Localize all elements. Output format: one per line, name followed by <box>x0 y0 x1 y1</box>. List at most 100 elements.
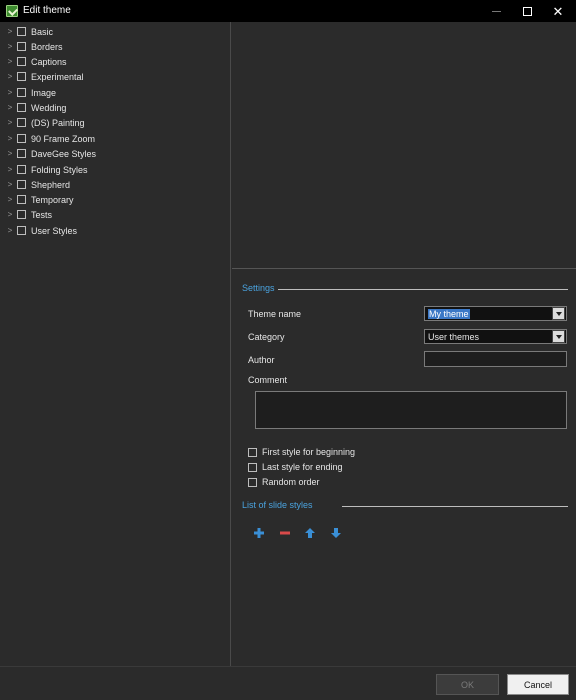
theme-name-label: Theme name <box>248 309 302 319</box>
tree-checkbox[interactable] <box>17 72 26 81</box>
tree-item-label[interactable]: Captions <box>31 57 67 67</box>
chevron-down-icon[interactable] <box>552 330 565 343</box>
last-style-checkbox[interactable] <box>248 462 257 472</box>
tree-item-label[interactable]: Folding Styles <box>31 165 88 175</box>
close-icon: ✕ <box>552 3 564 19</box>
chevron-right-icon[interactable]: > <box>6 146 14 161</box>
window-title: Edit theme <box>23 5 71 16</box>
tree-item-image[interactable]: > Image <box>6 85 56 100</box>
tree-item-basic[interactable]: > Basic <box>6 24 53 39</box>
title-bar[interactable]: Edit theme ✕ <box>0 0 576 22</box>
tree-checkbox[interactable] <box>17 103 26 112</box>
random-order-checkbox[interactable] <box>248 477 257 487</box>
slide-styles-divider <box>342 506 568 507</box>
tree-checkbox[interactable] <box>17 165 26 174</box>
tree-item-label[interactable]: Wedding <box>31 103 66 113</box>
slide-styles-section-title: List of slide styles <box>242 500 313 510</box>
dialog-footer: OK Cancel <box>0 666 576 700</box>
chevron-right-icon[interactable]: > <box>6 192 14 207</box>
tree-item-label[interactable]: Basic <box>31 27 53 37</box>
tree-checkbox[interactable] <box>17 57 26 66</box>
chevron-right-icon[interactable]: > <box>6 131 14 146</box>
tree-checkbox[interactable] <box>17 226 26 235</box>
tree-checkbox[interactable] <box>17 210 26 219</box>
chevron-right-icon[interactable]: > <box>6 39 14 54</box>
settings-section-title: Settings <box>242 283 275 293</box>
random-order-label[interactable]: Random order <box>262 477 320 487</box>
tree-item-wedding[interactable]: > Wedding <box>6 100 67 115</box>
close-button[interactable]: ✕ <box>542 0 574 22</box>
arrow-down-icon[interactable] <box>329 526 343 540</box>
last-style-checkbox-row[interactable]: Last style for ending <box>248 462 343 472</box>
chevron-right-icon[interactable]: > <box>6 162 14 177</box>
tree-item-label[interactable]: User Styles <box>31 226 77 236</box>
tree-item-experimental[interactable]: > Experimental <box>6 69 84 84</box>
tree-checkbox[interactable] <box>17 149 26 158</box>
tree-item-label[interactable]: Image <box>31 88 56 98</box>
comment-field[interactable] <box>255 391 567 429</box>
theme-tree-panel[interactable]: > Basic > Borders > Captions > Experimen… <box>0 22 231 666</box>
plus-icon[interactable] <box>252 526 266 540</box>
chevron-right-icon[interactable]: > <box>6 54 14 69</box>
minus-icon[interactable] <box>278 526 292 540</box>
maximize-icon <box>522 6 532 16</box>
first-style-label[interactable]: First style for beginning <box>262 447 355 457</box>
maximize-button[interactable] <box>511 0 543 22</box>
category-label: Category <box>248 332 285 342</box>
chevron-down-icon[interactable] <box>552 307 565 320</box>
tree-item-shepherd[interactable]: > Shepherd <box>6 177 70 192</box>
chevron-right-icon[interactable]: > <box>6 115 14 130</box>
first-style-checkbox[interactable] <box>248 447 257 457</box>
author-label: Author <box>248 355 275 365</box>
tree-item-user-styles[interactable]: > User Styles <box>6 223 77 238</box>
chevron-right-icon[interactable]: > <box>6 223 14 238</box>
tree-checkbox[interactable] <box>17 27 26 36</box>
minimize-icon <box>491 10 501 12</box>
tree-item-label[interactable]: DaveGee Styles <box>31 149 96 159</box>
tree-checkbox[interactable] <box>17 180 26 189</box>
category-select[interactable]: User themes <box>424 329 567 344</box>
tree-item-label[interactable]: Temporary <box>31 195 74 205</box>
category-value[interactable]: User themes <box>425 332 552 342</box>
tree-checkbox[interactable] <box>17 134 26 143</box>
arrow-up-icon[interactable] <box>303 526 317 540</box>
tree-item-label[interactable]: Borders <box>31 42 63 52</box>
settings-panel: Settings Theme name My theme Category Us… <box>232 270 576 666</box>
app-icon <box>6 5 18 17</box>
tree-checkbox[interactable] <box>17 88 26 97</box>
tree-item-temporary[interactable]: > Temporary <box>6 192 74 207</box>
minimize-button[interactable] <box>480 0 512 22</box>
chevron-right-icon[interactable]: > <box>6 177 14 192</box>
tree-item-tests[interactable]: > Tests <box>6 207 52 222</box>
settings-divider <box>278 289 568 290</box>
cancel-button[interactable]: Cancel <box>507 674 569 695</box>
chevron-right-icon[interactable]: > <box>6 85 14 100</box>
tree-checkbox[interactable] <box>17 42 26 51</box>
chevron-right-icon[interactable]: > <box>6 100 14 115</box>
tree-item-label[interactable]: (DS) Painting <box>31 118 85 128</box>
author-field[interactable] <box>424 351 567 367</box>
tree-item-label[interactable]: Shepherd <box>31 180 70 190</box>
tree-item-captions[interactable]: > Captions <box>6 54 67 69</box>
tree-checkbox[interactable] <box>17 195 26 204</box>
chevron-right-icon[interactable]: > <box>6 69 14 84</box>
ok-button[interactable]: OK <box>436 674 499 695</box>
tree-item-borders[interactable]: > Borders <box>6 39 63 54</box>
chevron-right-icon[interactable]: > <box>6 24 14 39</box>
style-preview-area <box>232 22 576 269</box>
tree-item-davegee-styles[interactable]: > DaveGee Styles <box>6 146 96 161</box>
theme-name-value[interactable]: My theme <box>425 308 552 319</box>
theme-name-combo[interactable]: My theme <box>424 306 567 321</box>
last-style-label[interactable]: Last style for ending <box>262 462 343 472</box>
first-style-checkbox-row[interactable]: First style for beginning <box>248 447 355 457</box>
tree-item-label[interactable]: 90 Frame Zoom <box>31 134 95 144</box>
random-order-checkbox-row[interactable]: Random order <box>248 477 320 487</box>
tree-checkbox[interactable] <box>17 118 26 127</box>
tree-item-folding-styles[interactable]: > Folding Styles <box>6 162 88 177</box>
tree-item-90-frame-zoom[interactable]: > 90 Frame Zoom <box>6 131 95 146</box>
tree-item-ds-painting[interactable]: > (DS) Painting <box>6 115 85 130</box>
tree-item-label[interactable]: Tests <box>31 210 52 220</box>
chevron-right-icon[interactable]: > <box>6 207 14 222</box>
comment-label: Comment <box>248 375 288 385</box>
tree-item-label[interactable]: Experimental <box>31 72 84 82</box>
